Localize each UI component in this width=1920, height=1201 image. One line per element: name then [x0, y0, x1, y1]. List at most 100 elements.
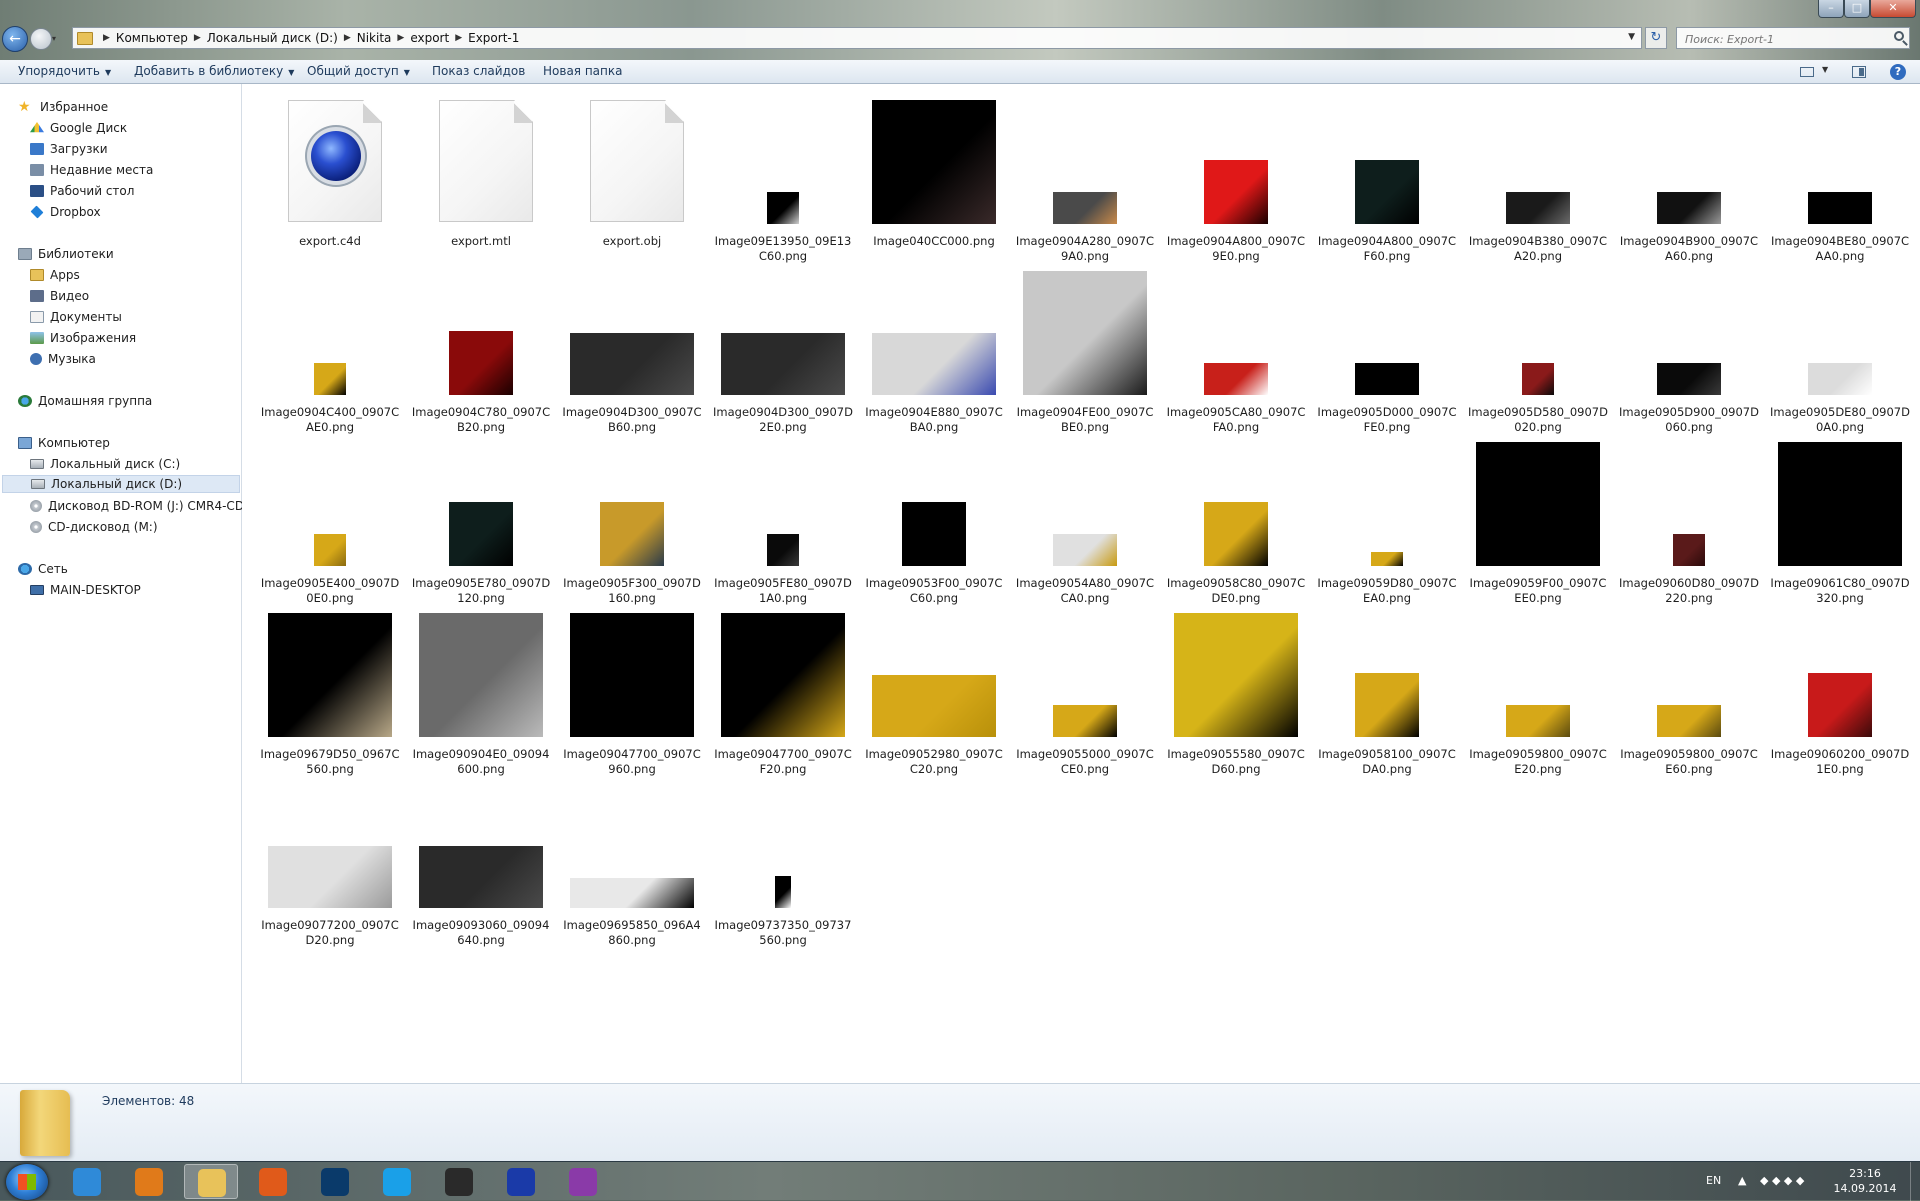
file-item[interactable]: Image09059F00_0907CEE0.png — [1468, 440, 1608, 610]
nav-libraries[interactable]: Библиотеки — [18, 245, 114, 263]
file-item[interactable]: Image09060D80_0907D220.png — [1619, 440, 1759, 610]
file-item[interactable]: Image0905D000_0907CFE0.png — [1317, 269, 1457, 439]
file-item[interactable]: Image09054A80_0907CCA0.png — [1015, 440, 1155, 610]
taskbar-app-cinema4d[interactable] — [494, 1164, 548, 1199]
tray-clock[interactable]: 23:16 14.09.2014 — [1820, 1166, 1910, 1196]
file-list[interactable]: export.c4d export.mtl export.obj Image09E13… — [242, 84, 1920, 1083]
file-item[interactable]: Image09047700_0907C960.png — [562, 611, 702, 781]
breadcrumb-nikita[interactable]: Nikita — [357, 31, 392, 45]
file-item[interactable]: Image09055580_0907CD60.png — [1166, 611, 1306, 781]
file-item[interactable]: Image0904FE00_0907CBE0.png — [1015, 269, 1155, 439]
chevron-right-icon[interactable]: ▶ — [103, 33, 110, 43]
nav-homegroup[interactable]: Домашняя группа — [18, 392, 152, 410]
tray-expand-icon[interactable]: ▲ — [1738, 1174, 1746, 1187]
file-item[interactable]: Image0905E780_0907D120.png — [411, 440, 551, 610]
back-button[interactable]: ← — [2, 26, 28, 52]
file-item[interactable]: Image09059D80_0907CEA0.png — [1317, 440, 1457, 610]
file-item[interactable]: Image09679D50_0967C560.png — [260, 611, 400, 781]
nav-disk-d[interactable]: Локальный диск (D:) — [2, 475, 240, 493]
search-box[interactable] — [1676, 27, 1910, 49]
taskbar-app-firefox[interactable] — [246, 1164, 300, 1199]
taskbar-app-media-player[interactable] — [122, 1164, 176, 1199]
view-options-icon[interactable] — [1800, 67, 1814, 77]
forward-button[interactable] — [30, 28, 52, 50]
file-item[interactable]: Image0904B380_0907CA20.png — [1468, 98, 1608, 268]
chevron-right-icon[interactable]: ▶ — [194, 33, 201, 43]
nav-cd-drive[interactable]: CD-дисковод (M:) — [30, 518, 158, 536]
file-item[interactable]: Image09059800_0907CE20.png — [1468, 611, 1608, 781]
organize-button[interactable]: Упорядочить ▼ — [18, 64, 111, 80]
file-item[interactable]: Image0905E400_0907D0E0.png — [260, 440, 400, 610]
nav-computer[interactable]: Компьютер — [18, 434, 110, 452]
file-item[interactable]: Image09058100_0907CDA0.png — [1317, 611, 1457, 781]
breadcrumb-export[interactable]: export — [410, 31, 449, 45]
nav-dropbox[interactable]: Dropbox — [30, 203, 101, 221]
file-item[interactable]: Image0905F300_0907D160.png — [562, 440, 702, 610]
nav-desktop[interactable]: Рабочий стол — [30, 182, 134, 200]
file-item[interactable]: Image0904A800_0907CF60.png — [1317, 98, 1457, 268]
file-item[interactable]: Image09052980_0907CC20.png — [864, 611, 1004, 781]
nav-documents[interactable]: Документы — [30, 308, 122, 326]
minimize-button[interactable]: – — [1818, 0, 1844, 18]
file-item[interactable]: Image09055000_0907CCE0.png — [1015, 611, 1155, 781]
taskbar-app-unity[interactable] — [432, 1164, 486, 1199]
tray-icons[interactable]: ◆ ◆ ◆ ◆ — [1760, 1174, 1804, 1187]
file-item[interactable]: Image0904B900_0907CA60.png — [1619, 98, 1759, 268]
file-item[interactable]: Image0904D300_0907D2E0.png — [713, 269, 853, 439]
nav-apps[interactable]: Apps — [30, 266, 80, 284]
file-item[interactable]: Image09E13950_09E13C60.png — [713, 98, 853, 268]
file-item[interactable]: Image0904C780_0907CB20.png — [411, 269, 551, 439]
nav-recent-places[interactable]: Недавние места — [30, 161, 153, 179]
start-button[interactable] — [6, 1164, 48, 1200]
share-button[interactable]: Общий доступ ▼ — [307, 64, 410, 80]
file-item[interactable]: Image0905FE80_0907D1A0.png — [713, 440, 853, 610]
help-icon[interactable]: ? — [1890, 64, 1906, 80]
add-to-library-button[interactable]: Добавить в библиотеку ▼ — [134, 64, 294, 80]
file-item[interactable]: Image09093060_09094640.png — [411, 782, 551, 952]
taskbar-app-photoshop[interactable] — [308, 1164, 362, 1199]
new-folder-button[interactable]: Новая папка — [543, 64, 622, 80]
taskbar-app-explorer[interactable] — [184, 1164, 238, 1199]
taskbar-app-internet-explorer[interactable] — [60, 1164, 114, 1199]
file-item[interactable]: export.c4d — [260, 98, 400, 268]
breadcrumb-disk-d[interactable]: Локальный диск (D:) — [207, 31, 338, 45]
chevron-down-icon[interactable]: ▼ — [1822, 65, 1828, 74]
nav-google-drive[interactable]: Google Диск — [30, 119, 127, 137]
preview-pane-icon[interactable] — [1852, 66, 1866, 78]
file-item[interactable]: Image09061C80_0907D320.png — [1770, 440, 1910, 610]
file-item[interactable]: Image0905DE80_0907D0A0.png — [1770, 269, 1910, 439]
breadcrumb-computer[interactable]: Компьютер — [116, 31, 188, 45]
chevron-down-icon[interactable]: ▼ — [1628, 32, 1635, 42]
file-item[interactable]: Image0905D900_0907D060.png — [1619, 269, 1759, 439]
nav-music[interactable]: Музыка — [30, 350, 96, 368]
maximize-button[interactable]: □ — [1844, 0, 1870, 18]
language-indicator[interactable]: EN — [1706, 1174, 1721, 1187]
file-item[interactable]: Image0904A800_0907C9E0.png — [1166, 98, 1306, 268]
recent-pages-dropdown[interactable]: ▾ — [52, 34, 62, 44]
nav-pictures[interactable]: Изображения — [30, 329, 136, 347]
file-item[interactable]: Image09077200_0907CD20.png — [260, 782, 400, 952]
close-button[interactable]: ✕ — [1870, 0, 1916, 18]
file-item[interactable]: Image09059800_0907CE60.png — [1619, 611, 1759, 781]
taskbar-app-skype[interactable] — [370, 1164, 424, 1199]
chevron-right-icon[interactable]: ▶ — [397, 33, 404, 43]
file-item[interactable]: Image0904E880_0907CBA0.png — [864, 269, 1004, 439]
file-item[interactable]: export.obj — [562, 98, 702, 268]
nav-bd-rom[interactable]: Дисковод BD-ROM (J:) CMR4-CD2 — [30, 497, 252, 515]
search-icon[interactable] — [1894, 31, 1904, 41]
chevron-right-icon[interactable]: ▶ — [344, 33, 351, 43]
file-item[interactable]: Image09060200_0907D1E0.png — [1770, 611, 1910, 781]
nav-network[interactable]: Сеть — [18, 560, 68, 578]
file-item[interactable]: Image0905D580_0907D020.png — [1468, 269, 1608, 439]
refresh-button[interactable]: ↻ — [1645, 27, 1667, 49]
search-input[interactable] — [1683, 29, 1887, 49]
file-item[interactable]: Image0904BE80_0907CAA0.png — [1770, 98, 1910, 268]
file-item[interactable]: Image0904D300_0907CB60.png — [562, 269, 702, 439]
chevron-right-icon[interactable]: ▶ — [455, 33, 462, 43]
file-item[interactable]: Image090904E0_09094600.png — [411, 611, 551, 781]
file-item[interactable]: Image09047700_0907CF20.png — [713, 611, 853, 781]
file-item[interactable]: Image09737350_09737560.png — [713, 782, 853, 952]
file-item[interactable]: export.mtl — [411, 98, 551, 268]
nav-favorites[interactable]: ★ Избранное — [18, 98, 108, 116]
file-item[interactable]: Image09695850_096A4860.png — [562, 782, 702, 952]
